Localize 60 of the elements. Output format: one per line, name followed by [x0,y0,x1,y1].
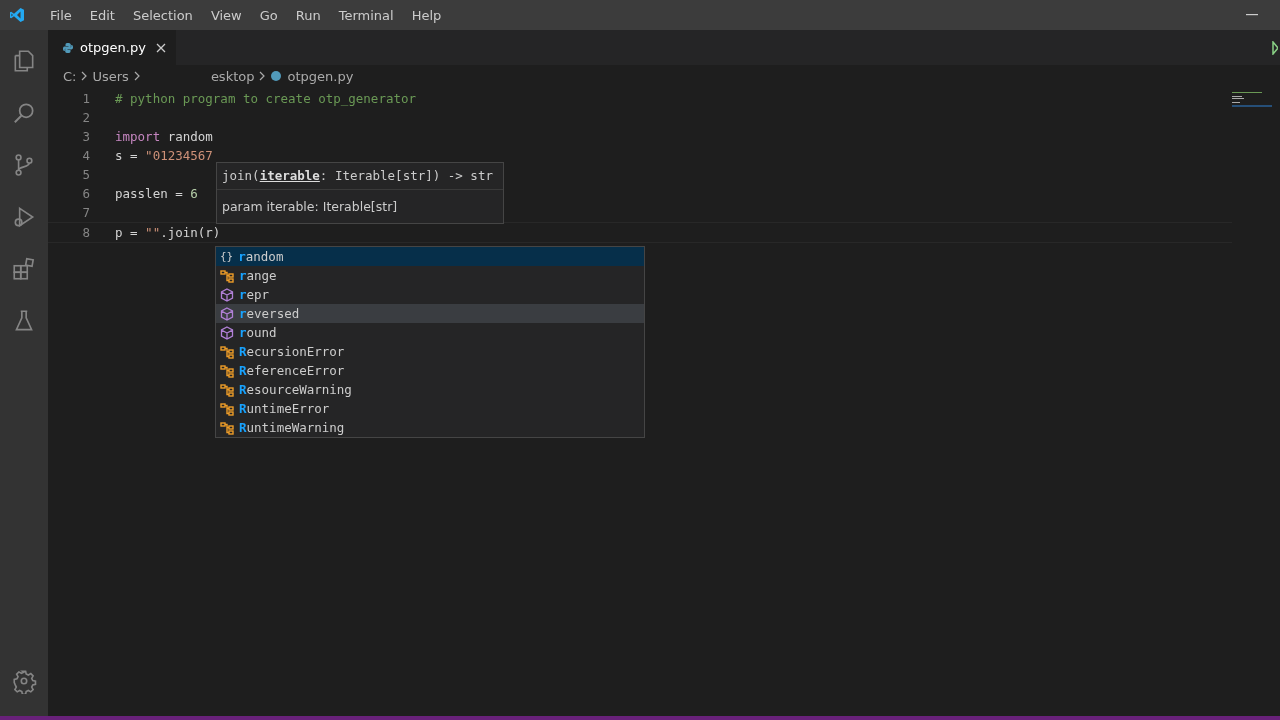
python-file-icon [270,70,283,82]
class-icon [220,344,234,359]
menu-item[interactable]: View [201,7,251,23]
suggestion-item[interactable]: RecursionError [216,342,644,361]
class-icon [220,268,234,283]
suggestion-item[interactable]: {} random [216,247,644,266]
module-icon: {} [220,249,234,264]
suggestion-item[interactable]: round [216,323,644,342]
suggestion-item[interactable]: ResourceWarning [216,380,644,399]
breadcrumb-item[interactable]: otpgen.py [287,68,354,84]
line-number: 6 [81,186,90,201]
minimap-drawing [1232,92,1272,108]
suggestion-item[interactable]: ReferenceError [216,361,644,380]
run-icon[interactable] [1272,40,1278,55]
line-number: 2 [81,110,90,125]
class-icon [220,382,234,397]
code-line: p = "".join(r) [115,225,221,240]
chevron-icon [133,71,140,81]
line-number: 8 [81,225,90,240]
code-line: s = "01234567 [115,148,213,163]
menu-item[interactable]: Run [286,7,330,23]
suggestion-item[interactable]: RuntimeError [216,399,644,418]
menu-item[interactable]: Help [402,7,451,23]
signature-text: join(iterable: Iterable[str]) -> str [217,163,503,190]
settings-icon[interactable] [11,668,37,694]
chevron-icon [259,71,266,81]
chevron-icon [81,71,88,81]
parameter-doc: param iterable: Iterable[str] [221,198,399,216]
code-line: passlen = 6 [115,186,198,201]
suggestion-item[interactable]: reversed [216,304,644,323]
menu-item[interactable]: Terminal [329,7,403,23]
class-icon [220,420,234,435]
code-line: # python program to create otp_generator [115,91,417,106]
cube-icon [220,287,234,302]
line-number: 3 [81,129,90,144]
breadcrumb-item[interactable]: Users [92,68,129,84]
menu-item[interactable]: Edit [80,7,124,23]
close-icon[interactable] [155,42,166,53]
suggestion-item[interactable]: repr [216,285,644,304]
menu-item[interactable]: Go [250,7,287,23]
editor-tab[interactable]: otpgen.py [48,30,176,65]
class-icon [220,401,234,416]
python-file-icon [62,41,74,54]
app-logo-icon [9,7,25,23]
menu-item[interactable]: Selection [123,7,202,23]
suggestion-item[interactable]: RuntimeWarning [216,418,644,437]
line-number: 5 [81,167,90,182]
breadcrumb-item[interactable]: esktop [210,68,255,84]
line-number: 4 [81,148,90,163]
cube-icon [220,306,234,321]
minimize-icon[interactable] [1246,14,1258,16]
menu-item[interactable]: File [41,7,81,23]
breadcrumb-item[interactable]: C: [63,68,77,84]
line-number: 1 [81,91,90,106]
class-icon [220,363,234,378]
line-number: 7 [81,205,90,220]
code-line: import random [115,129,213,144]
cube-icon [220,325,234,340]
suggestion-item[interactable]: range [216,266,644,285]
extensions-icon[interactable] [11,256,37,282]
